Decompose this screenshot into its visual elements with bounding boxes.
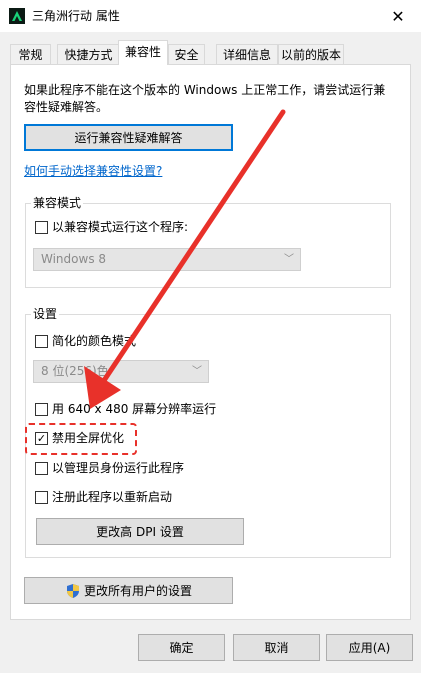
compat-mode-checkbox[interactable] xyxy=(35,221,48,234)
tab-compatibility[interactable]: 兼容性 xyxy=(118,40,168,65)
run-as-admin-checkbox[interactable] xyxy=(35,462,48,475)
close-icon: ✕ xyxy=(391,6,405,26)
high-dpi-button[interactable]: 更改高 DPI 设置 xyxy=(36,518,244,545)
close-button[interactable]: ✕ xyxy=(375,0,421,32)
compat-mode-group xyxy=(25,203,391,288)
manual-settings-link[interactable]: 如何手动选择兼容性设置? xyxy=(24,163,162,179)
highlight-box xyxy=(25,423,137,455)
apply-button[interactable]: 应用(A) xyxy=(326,634,413,661)
settings-group-label: 设置 xyxy=(31,307,60,321)
ok-button[interactable]: 确定 xyxy=(138,634,225,661)
all-users-label: 更改所有用户的设置 xyxy=(83,584,192,598)
shield-icon xyxy=(65,583,81,599)
compat-description-line1: 如果此程序不能在这个版本的 Windows 上正常工作，请尝试运行兼 xyxy=(24,83,386,97)
compat-mode-group-label: 兼容模式 xyxy=(31,196,84,210)
res-640-checkbox[interactable] xyxy=(35,403,48,416)
register-restart-label: 注册此程序以重新启动 xyxy=(52,490,173,504)
reduced-color-label: 简化的颜色模式 xyxy=(52,334,137,348)
compat-description-line2: 容性疑难解答。 xyxy=(24,100,109,114)
color-depth-select-value: 8 位(256)色 xyxy=(41,364,109,378)
reduced-color-checkbox[interactable] xyxy=(35,335,48,348)
tab-previous-versions[interactable]: 以前的版本 xyxy=(278,44,344,64)
compat-mode-label: 以兼容模式运行这个程序: xyxy=(52,220,189,234)
window-title: 三角洲行动 属性 xyxy=(32,9,120,23)
tab-details[interactable]: 详细信息 xyxy=(216,44,278,64)
chevron-down-icon: ﹀ xyxy=(284,254,294,265)
chevron-down-icon: ﹀ xyxy=(192,366,202,377)
register-restart-checkbox[interactable] xyxy=(35,491,48,504)
troubleshoot-button[interactable]: 运行兼容性疑难解答 xyxy=(24,124,233,151)
run-as-admin-label: 以管理员身份运行此程序 xyxy=(52,461,185,475)
tab-security[interactable]: 安全 xyxy=(168,44,205,64)
compat-mode-select-value: Windows 8 xyxy=(41,252,107,266)
cancel-button[interactable]: 取消 xyxy=(233,634,320,661)
res-640-label: 用 640 x 480 屏幕分辨率运行 xyxy=(52,402,217,416)
app-icon xyxy=(9,8,25,24)
color-depth-select[interactable]: 8 位(256)色 ﹀ xyxy=(33,360,209,383)
compat-mode-select[interactable]: Windows 8 ﹀ xyxy=(33,248,301,271)
tab-general[interactable]: 常规 xyxy=(10,44,51,64)
all-users-button[interactable]: 更改所有用户的设置 xyxy=(24,577,233,604)
tab-shortcut[interactable]: 快捷方式 xyxy=(57,44,120,64)
